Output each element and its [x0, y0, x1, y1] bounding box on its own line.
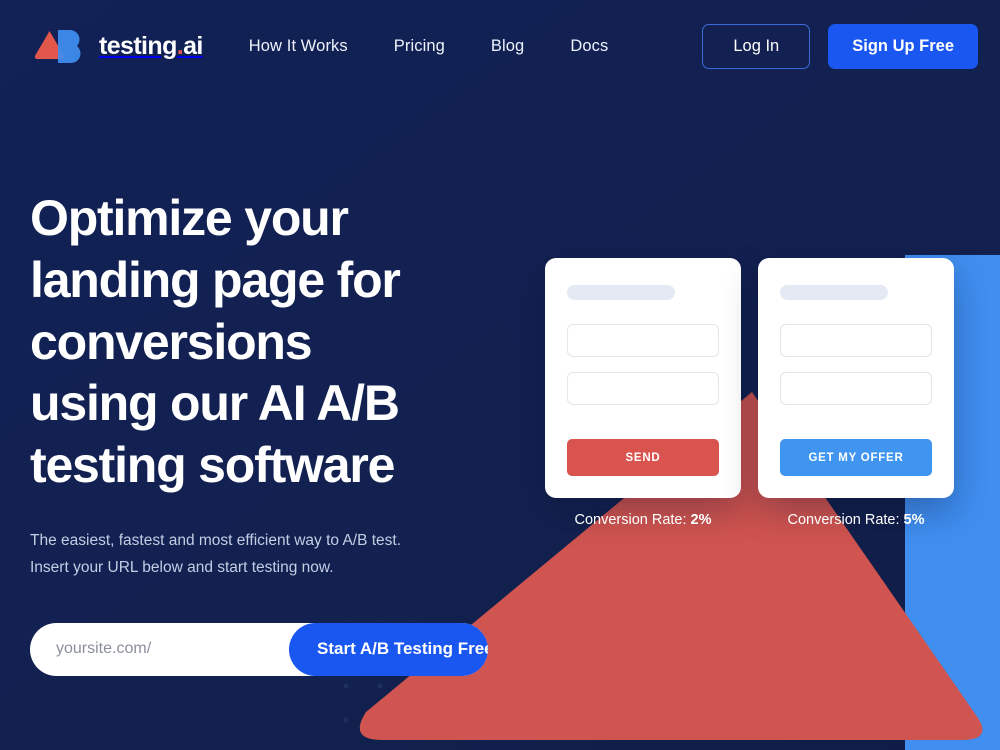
- nav-item-docs[interactable]: Docs: [570, 37, 608, 56]
- url-cta-form: Start A/B Testing Free: [30, 622, 488, 676]
- variant-a-title-placeholder: [567, 285, 675, 300]
- variant-a-wrapper: SEND Conversion Rate: 2%: [545, 258, 741, 528]
- hero-section: Optimize your landing page for conversio…: [30, 188, 500, 676]
- headline-line-5: testing software: [30, 437, 395, 493]
- variant-b-conversion-rate: Conversion Rate: 5%: [758, 512, 954, 528]
- variant-a-submit-button[interactable]: SEND: [567, 439, 719, 476]
- variant-a-conversion-rate: Conversion Rate: 2%: [545, 512, 741, 528]
- start-testing-button[interactable]: Start A/B Testing Free: [289, 622, 488, 676]
- hero-subtitle-line-2: Insert your URL below and start testing …: [30, 559, 334, 577]
- variant-a-field-2[interactable]: [567, 372, 719, 405]
- headline-line-3: conversions: [30, 313, 313, 370]
- main-navigation: How It Works Pricing Blog Docs: [249, 37, 703, 56]
- headline-line-2: landing page for: [30, 251, 401, 308]
- brand-name-tld: ai: [183, 31, 203, 60]
- brand-name: testing.ai: [99, 32, 203, 61]
- hero-subtitle: The easiest, fastest and most efficient …: [30, 527, 460, 582]
- login-button[interactable]: Log In: [702, 23, 811, 69]
- brand-name-main: testing: [99, 31, 177, 60]
- variant-b-submit-button[interactable]: GET MY OFFER: [780, 439, 932, 476]
- variant-a-conversion-label: Conversion Rate:: [574, 512, 691, 528]
- nav-item-how-it-works[interactable]: How It Works: [249, 37, 348, 56]
- variant-b-card: GET MY OFFER: [758, 258, 954, 498]
- variant-a-field-1[interactable]: [567, 324, 719, 357]
- variant-b-field-2[interactable]: [780, 372, 932, 405]
- site-header: testing.ai How It Works Pricing Blog Doc…: [0, 0, 1000, 92]
- variant-a-conversion-value: 2%: [690, 512, 712, 528]
- nav-item-pricing[interactable]: Pricing: [394, 37, 445, 56]
- variant-comparison: SEND Conversion Rate: 2% GET MY OFFER Co…: [545, 258, 954, 528]
- header-actions: Log In Sign Up Free: [702, 23, 978, 69]
- variant-b-wrapper: GET MY OFFER Conversion Rate: 5%: [758, 258, 954, 528]
- url-input[interactable]: [30, 622, 289, 676]
- signup-button[interactable]: Sign Up Free: [828, 23, 978, 69]
- brand-logo[interactable]: testing.ai: [30, 28, 203, 65]
- ab-logo-icon: [30, 28, 90, 65]
- hero-subtitle-line-1: The easiest, fastest and most efficient …: [30, 531, 402, 549]
- variant-b-field-1[interactable]: [780, 324, 932, 357]
- page-title: Optimize your landing page for conversio…: [30, 188, 500, 497]
- variant-b-conversion-label: Conversion Rate:: [787, 512, 904, 528]
- variant-b-conversion-value: 5%: [903, 512, 925, 528]
- variant-b-title-placeholder: [780, 285, 888, 300]
- headline-line-4: using our AI A/B: [30, 375, 400, 432]
- nav-item-blog[interactable]: Blog: [491, 37, 524, 56]
- variant-a-card: SEND: [545, 258, 741, 498]
- headline-line-1: Optimize your: [30, 190, 349, 246]
